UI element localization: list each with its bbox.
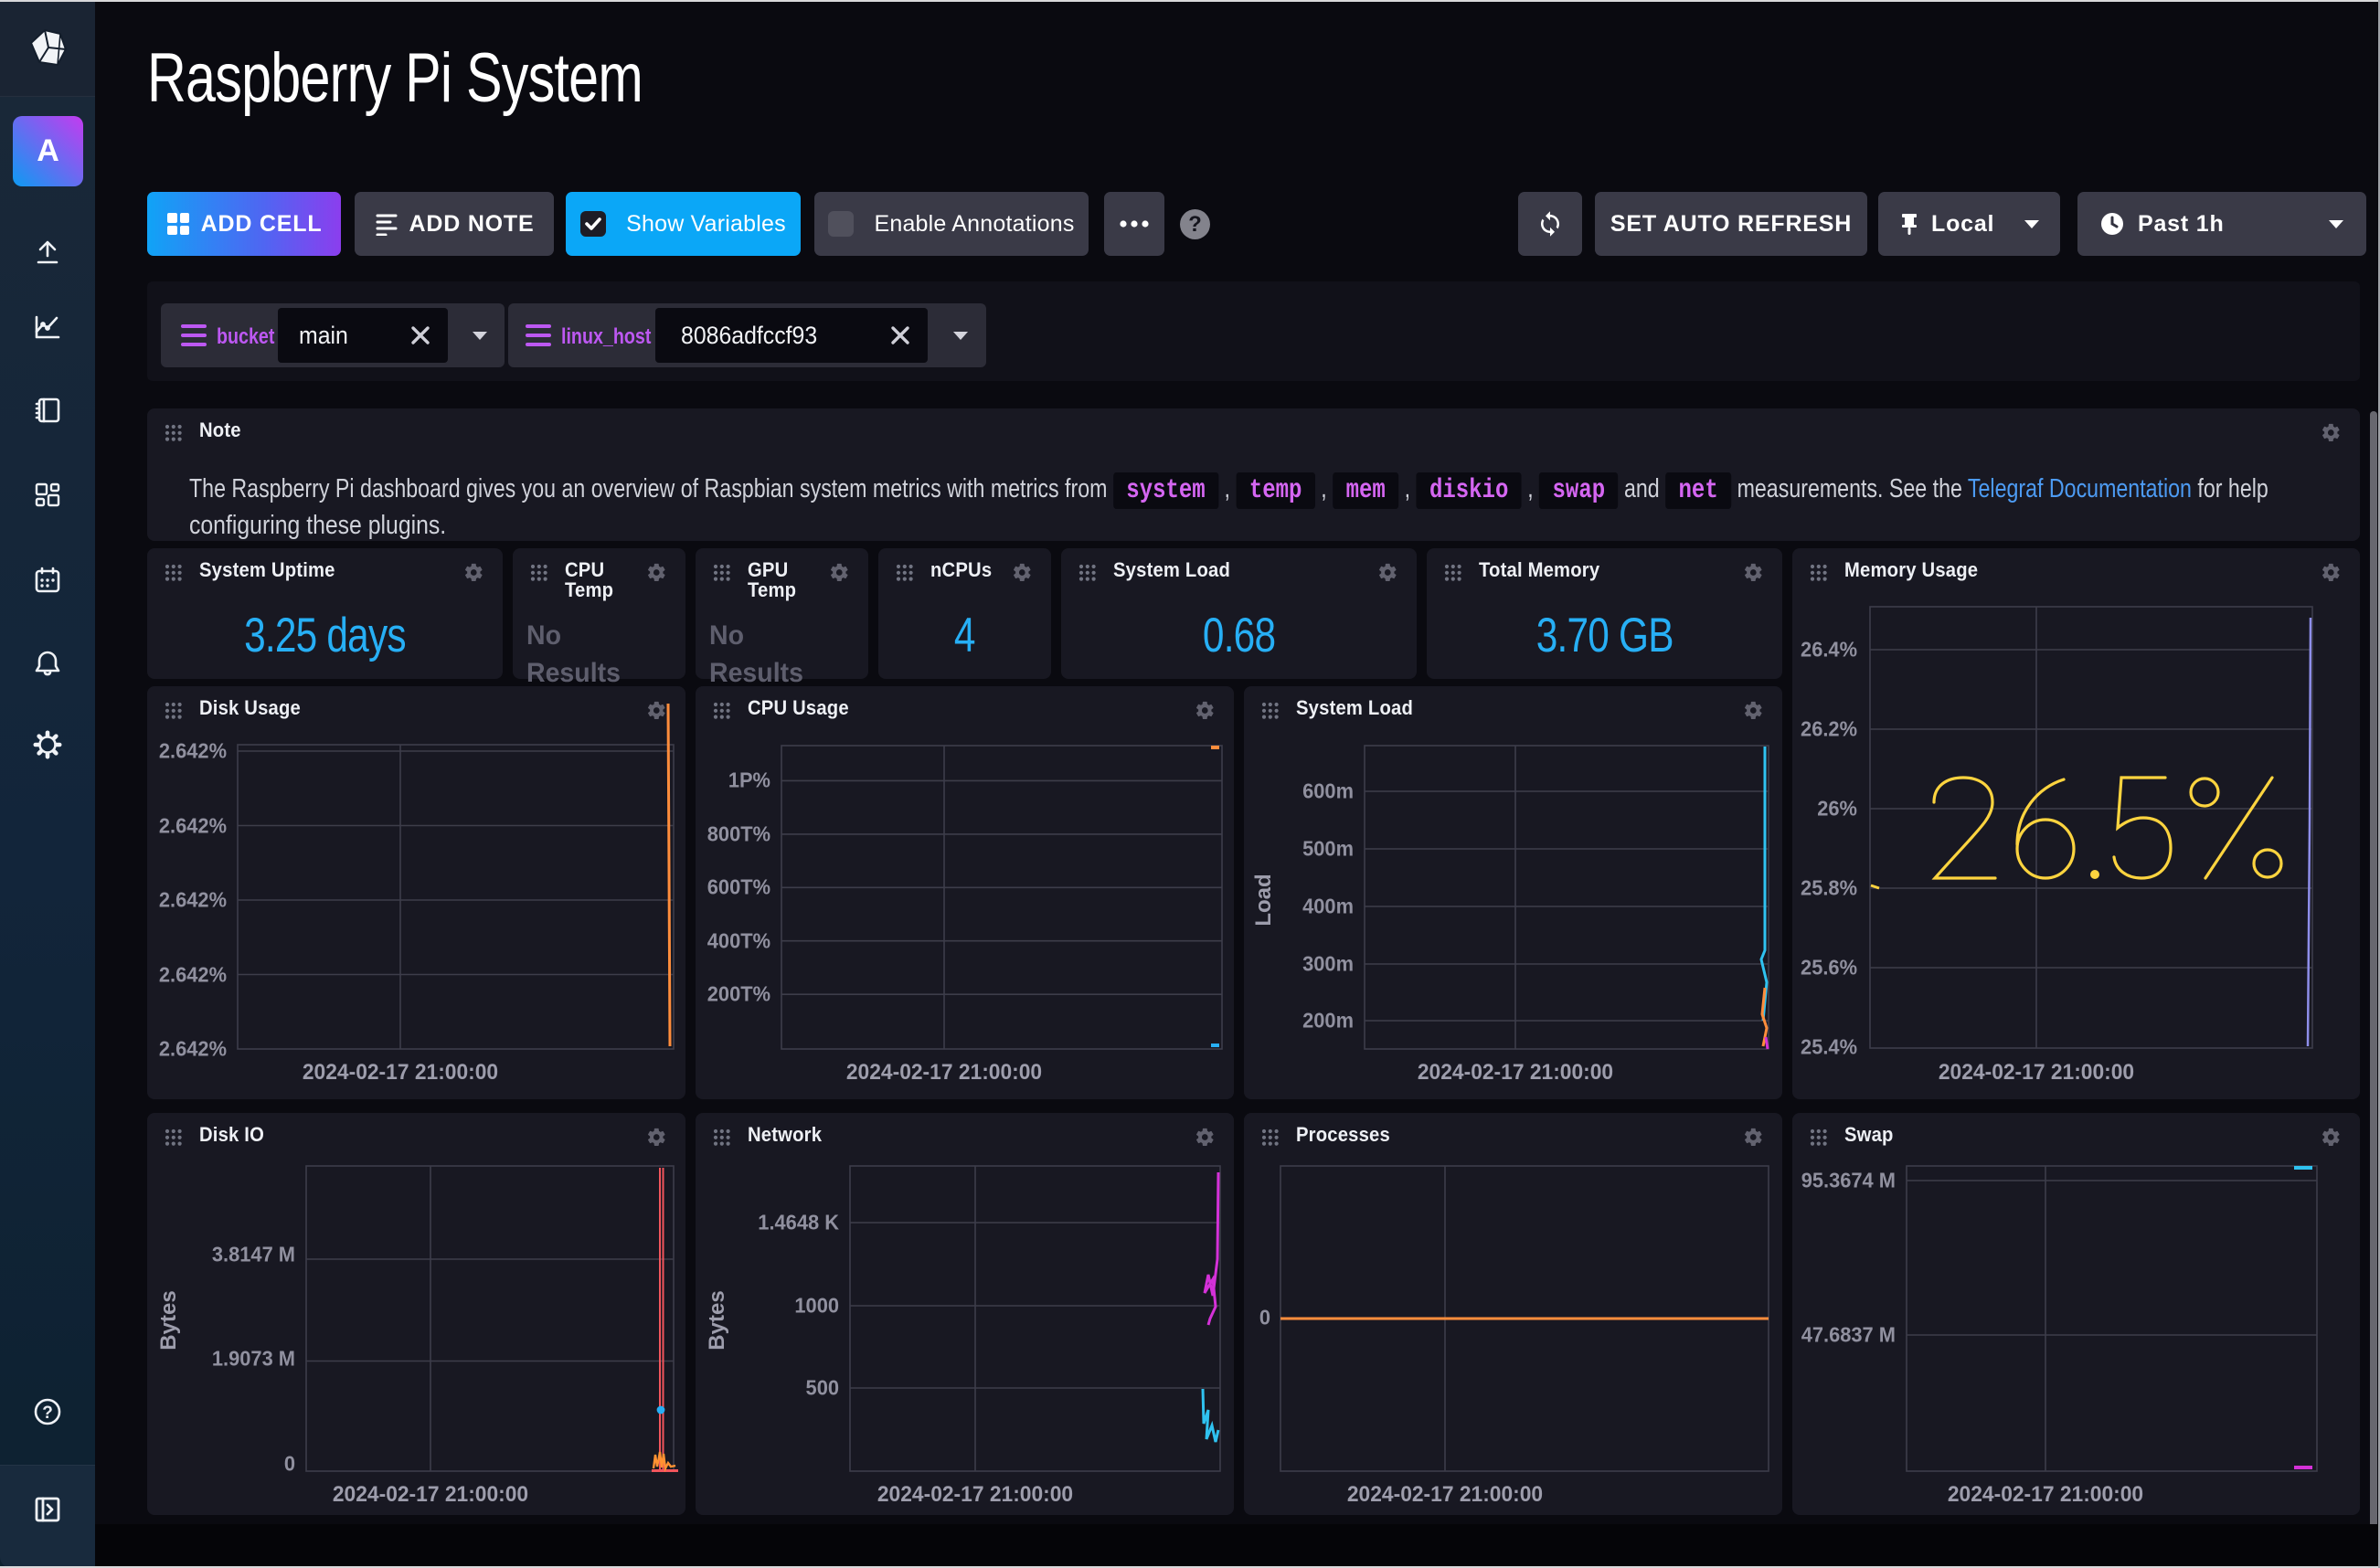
svg-text:?: ?: [42, 1404, 53, 1423]
